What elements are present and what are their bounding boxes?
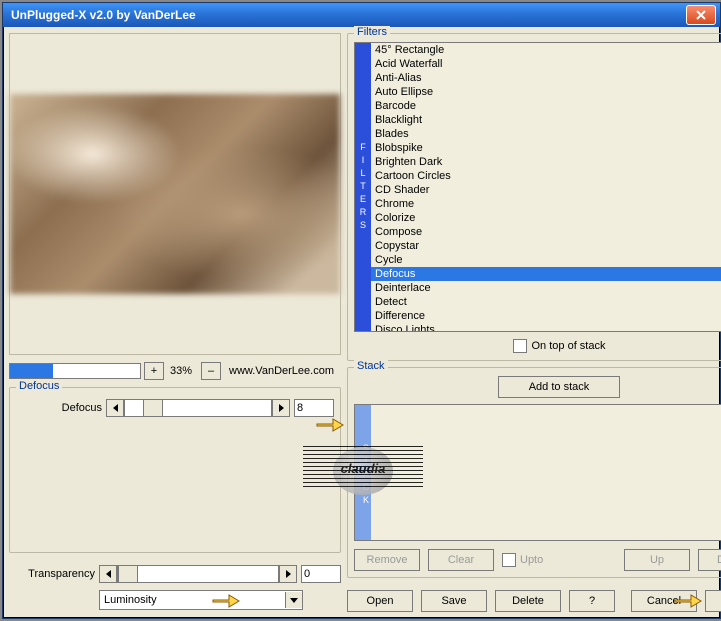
delete-label: Delete — [512, 595, 544, 607]
filter-item[interactable]: Colorize — [371, 211, 721, 225]
defocus-inc-button[interactable] — [272, 399, 290, 417]
app-window: UnPlugged-X v2.0 by VanDerLee + 33% – ww… — [2, 2, 721, 619]
down-label: Down — [717, 554, 721, 566]
zoom-in-button[interactable]: + — [144, 362, 164, 380]
defocus-group: Defocus Defocus 8 — [9, 387, 341, 553]
filter-item[interactable]: CD Shader — [371, 183, 721, 197]
zoom-bar[interactable] — [9, 363, 141, 379]
stack-list[interactable]: STACK — [354, 404, 721, 541]
remove-button[interactable]: Remove — [354, 549, 420, 571]
filter-item[interactable]: Cycle — [371, 253, 721, 267]
filter-item[interactable]: Barcode — [371, 99, 721, 113]
filter-item[interactable]: Acid Waterfall — [371, 57, 721, 71]
filter-item[interactable]: Copystar — [371, 239, 721, 253]
zoom-percent: 33% — [170, 365, 192, 377]
triangle-down-icon — [290, 598, 298, 603]
transparency-value[interactable]: 0 — [301, 565, 341, 583]
clear-label: Clear — [448, 554, 474, 566]
help-button[interactable]: ? — [569, 590, 615, 612]
transparency-slider[interactable] — [117, 565, 279, 583]
filters-group: Filters FILTERS 45° RectangleAcid Waterf… — [347, 33, 721, 361]
upto-checkbox-group: Upto — [502, 553, 543, 567]
open-button[interactable]: Open — [347, 590, 413, 612]
preview-image — [10, 94, 340, 294]
filter-item[interactable]: Chrome — [371, 197, 721, 211]
defocus-slider[interactable] — [124, 399, 272, 417]
transparency-inc-button[interactable] — [279, 565, 297, 583]
filter-item[interactable]: Compose — [371, 225, 721, 239]
plus-icon: + — [151, 365, 157, 377]
filter-item[interactable]: Difference — [371, 309, 721, 323]
triangle-right-icon — [286, 570, 291, 578]
filter-item[interactable]: Blobspike — [371, 141, 721, 155]
add-to-stack-button[interactable]: Add to stack — [498, 376, 620, 398]
ok-button[interactable]: OK — [705, 590, 721, 612]
open-label: Open — [367, 595, 394, 607]
help-label: ? — [589, 595, 595, 607]
defocus-value[interactable]: 8 — [294, 399, 334, 417]
stack-strip: STACK — [355, 405, 371, 540]
remove-label: Remove — [367, 554, 408, 566]
preview-panel — [9, 33, 341, 355]
triangle-right-icon — [279, 404, 284, 412]
up-label: Up — [650, 554, 664, 566]
clear-button[interactable]: Clear — [428, 549, 494, 571]
delete-button[interactable]: Delete — [495, 590, 561, 612]
add-to-stack-label: Add to stack — [529, 381, 590, 393]
zoom-bar-fill — [10, 364, 53, 378]
triangle-left-icon — [113, 404, 118, 412]
filter-item[interactable]: 45° Rectangle — [371, 43, 721, 57]
blend-mode-value: Luminosity — [100, 594, 285, 606]
down-button[interactable]: Down — [698, 549, 721, 571]
filter-item[interactable]: Deinterlace — [371, 281, 721, 295]
filter-item[interactable]: Cartoon Circles — [371, 169, 721, 183]
defocus-dec-button[interactable] — [106, 399, 124, 417]
filter-item[interactable]: Brighten Dark — [371, 155, 721, 169]
vendor-link[interactable]: www.VanDerLee.com — [229, 365, 334, 377]
combo-arrow[interactable] — [285, 592, 302, 608]
transparency-thumb[interactable] — [118, 565, 138, 583]
transparency-label: Transparency — [9, 568, 99, 580]
triangle-left-icon — [106, 570, 111, 578]
filters-list[interactable]: 45° RectangleAcid WaterfallAnti-AliasAut… — [371, 43, 721, 331]
defocus-legend: Defocus — [16, 380, 62, 392]
filters-legend: Filters — [354, 26, 390, 38]
filter-item[interactable]: Blades — [371, 127, 721, 141]
filter-item[interactable]: Anti-Alias — [371, 71, 721, 85]
save-label: Save — [441, 595, 466, 607]
upto-label: Upto — [520, 554, 543, 566]
save-button[interactable]: Save — [421, 590, 487, 612]
zoom-out-button[interactable]: – — [201, 362, 221, 380]
stack-group: Stack Add to stack STACK Remove Clear Up… — [347, 367, 721, 578]
filters-strip: FILTERS — [355, 43, 371, 331]
ontop-checkbox[interactable] — [513, 339, 527, 353]
window-close-button[interactable] — [686, 5, 716, 25]
ontop-label: On top of stack — [532, 340, 606, 352]
stack-legend: Stack — [354, 360, 388, 372]
blend-mode-combo[interactable]: Luminosity — [99, 590, 303, 610]
filter-item[interactable]: Detect — [371, 295, 721, 309]
filter-item[interactable]: Disco Lights — [371, 323, 721, 331]
window-title: UnPlugged-X v2.0 by VanDerLee — [11, 8, 196, 22]
filter-item[interactable]: Auto Ellipse — [371, 85, 721, 99]
up-button[interactable]: Up — [624, 549, 690, 571]
defocus-thumb[interactable] — [143, 399, 163, 417]
close-icon — [696, 10, 706, 20]
transparency-dec-button[interactable] — [99, 565, 117, 583]
upto-checkbox[interactable] — [502, 553, 516, 567]
title-bar: UnPlugged-X v2.0 by VanDerLee — [3, 3, 720, 27]
cancel-button[interactable]: Cancel — [631, 590, 697, 612]
filter-item[interactable]: Blacklight — [371, 113, 721, 127]
filter-item[interactable]: Defocus — [371, 267, 721, 281]
defocus-label: Defocus — [16, 402, 106, 414]
cancel-label: Cancel — [647, 595, 681, 607]
minus-icon: – — [208, 365, 214, 377]
